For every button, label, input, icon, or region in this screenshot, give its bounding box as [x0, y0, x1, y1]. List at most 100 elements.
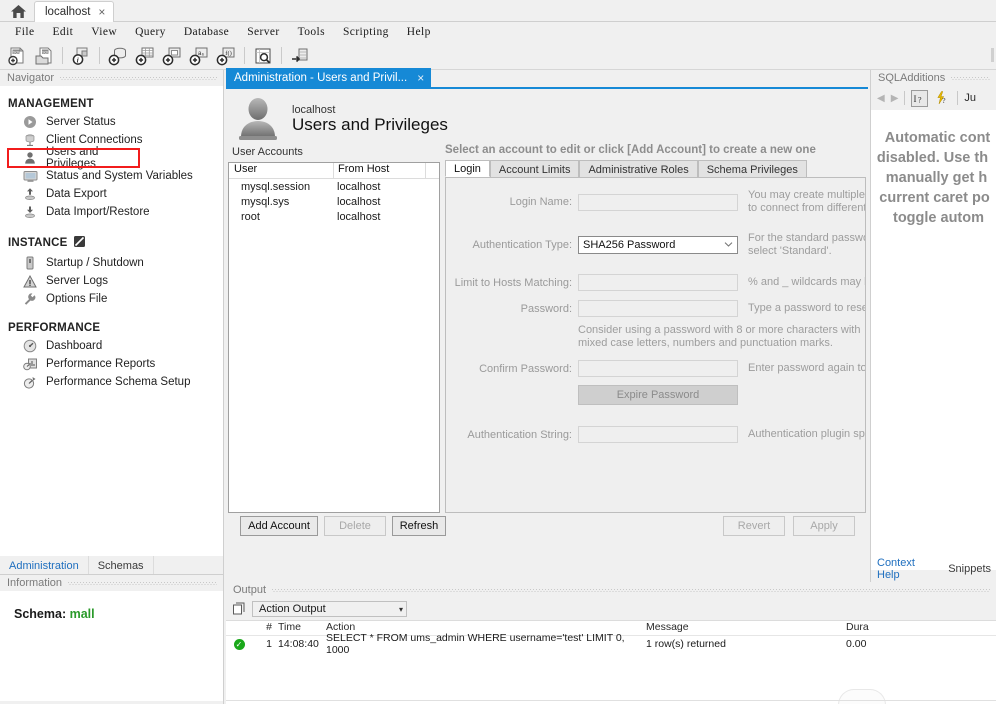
sqladditions-partial-label: Ju [964, 92, 977, 104]
output-type-select[interactable]: Action Output ▾ [252, 601, 407, 617]
tab-administration[interactable]: Administration [0, 556, 88, 574]
limit-hosts-field[interactable] [578, 274, 738, 291]
limit-hosts-hint: % and _ wildcards may be u [748, 276, 865, 288]
forward-arrow-icon[interactable]: ▶ [891, 93, 899, 104]
apply-button[interactable]: Apply [793, 516, 855, 536]
sqladditions-help-body: Automatic cont disabled. Use th manually… [871, 110, 996, 570]
sidebar-item-data-import-restore[interactable]: Data Import/Restore [0, 203, 223, 221]
chevron-down-icon[interactable] [724, 240, 733, 250]
tab-localhost[interactable]: localhost × [34, 1, 115, 22]
authentication-string-label: Authentication String: [467, 428, 572, 441]
login-tab-panel: Login Name: You may create multiple acco… [445, 177, 866, 513]
connection-info-button[interactable]: i [68, 44, 94, 68]
information-body: Schema: mall [0, 591, 223, 701]
close-icon[interactable]: × [417, 71, 424, 85]
create-table-button[interactable] [132, 44, 158, 68]
sidebar-item-status-and-system-variables[interactable]: Status and System Variables [0, 167, 223, 185]
column-header-from-host[interactable]: From Host [333, 163, 425, 178]
new-sql-tab-button[interactable]: SQL [4, 44, 30, 68]
column-header-message[interactable]: Message [646, 621, 846, 635]
create-schema-button[interactable] [105, 44, 131, 68]
sidebar-item-label: Client Connections [46, 134, 143, 146]
authentication-type-row: Authentication Type: SHA256 Password For… [446, 232, 865, 258]
create-view-button[interactable] [159, 44, 185, 68]
select-account-hint: Select an account to edit or click [Add … [445, 144, 816, 156]
home-button[interactable] [4, 2, 32, 21]
expire-password-button[interactable]: Expire Password [578, 385, 738, 405]
column-header-duration[interactable]: Dura [846, 621, 926, 635]
menu-scripting[interactable]: Scripting [334, 25, 398, 39]
menu-query[interactable]: Query [126, 25, 175, 39]
sidebar-item-options-file[interactable]: Options File [0, 290, 223, 308]
menu-tools[interactable]: Tools [289, 25, 334, 39]
column-header-user[interactable]: User [229, 163, 333, 178]
tab-schema-privileges[interactable]: Schema Privileges [697, 160, 807, 177]
caption-dot-fill [60, 75, 217, 81]
tab-snippets[interactable]: Snippets [942, 561, 996, 577]
login-name-row: Login Name: You may create multiple acco… [446, 189, 865, 215]
refresh-button[interactable]: Refresh [392, 516, 446, 536]
create-function-button[interactable]: f() [213, 44, 239, 68]
add-account-button[interactable]: Add Account [240, 516, 318, 536]
authentication-string-field[interactable] [578, 426, 738, 443]
search-data-button[interactable] [250, 44, 276, 68]
output-type-icon[interactable] [232, 602, 246, 616]
login-name-field[interactable] [578, 193, 738, 211]
sidebar-item-data-export[interactable]: Data Export [0, 185, 223, 203]
nav-group-management-label: MANAGEMENT [8, 98, 94, 110]
delete-button[interactable]: Delete [324, 516, 386, 536]
cell-time: 14:08:40 [278, 638, 319, 650]
table-row[interactable]: ✓ 1 14:08:40 SELECT * FROM ums_admin WHE… [226, 632, 996, 656]
menu-edit[interactable]: Edit [44, 25, 83, 39]
reconnect-server-button[interactable] [287, 44, 313, 68]
schema-value: mall [69, 607, 95, 621]
nav-group-instance: INSTANCE [0, 231, 223, 254]
sidebar-item-performance-schema-setup[interactable]: Performance Schema Setup [0, 373, 223, 391]
menu-file[interactable]: File [6, 25, 44, 39]
table-row[interactable]: root localhost [229, 209, 439, 224]
authentication-string-hint: Authentication plugin specifi [748, 428, 865, 440]
column-header-number[interactable]: # [252, 621, 278, 635]
user-accounts-label: User Accounts [232, 146, 303, 158]
tab-schemas[interactable]: Schemas [87, 556, 154, 574]
table-row[interactable]: mysql.sys localhost [229, 194, 439, 209]
context-help-icon[interactable]: I ? [911, 89, 929, 107]
menu-view[interactable]: View [82, 25, 126, 39]
create-procedure-button[interactable]: a b [186, 44, 212, 68]
close-icon[interactable]: × [98, 6, 105, 18]
sqladditions-panel: SQLAdditions ◀ ▶ I ? ? Ju Automatic cont… [870, 70, 996, 582]
tab-administrative-roles[interactable]: Administrative Roles [579, 160, 698, 177]
menu-help[interactable]: Help [398, 25, 440, 39]
sidebar-item-server-status[interactable]: Server Status [0, 113, 223, 131]
table-row[interactable]: mysql.session localhost [229, 179, 439, 194]
home-icon [10, 4, 27, 19]
menu-server[interactable]: Server [238, 25, 288, 39]
tab-account-limits[interactable]: Account Limits [489, 160, 580, 177]
open-sql-script-button[interactable]: SQL [31, 44, 57, 68]
toolbar-separator [244, 47, 245, 64]
password-field[interactable] [578, 300, 738, 317]
auto-context-help-icon[interactable]: ? [934, 90, 951, 107]
sidebar-item-performance-reports[interactable]: Performance Reports [0, 355, 223, 373]
sidebar-item-dashboard[interactable]: Dashboard [0, 337, 223, 355]
toolbar-overflow-icon[interactable] [984, 44, 994, 66]
cell-user: root [241, 210, 260, 223]
tab-context-help[interactable]: Context Help [871, 555, 942, 583]
user-accounts-list[interactable]: User From Host mysql.session localhost m… [228, 162, 440, 513]
navigator-panel: Navigator MANAGEMENT Server Status Clien… [0, 70, 224, 558]
back-arrow-icon[interactable]: ◀ [877, 93, 885, 104]
column-header-time[interactable]: Time [278, 621, 326, 635]
tab-localhost-label: localhost [45, 6, 91, 18]
revert-button[interactable]: Revert [723, 516, 785, 536]
sidebar-item-startup-shutdown[interactable]: Startup / Shutdown [0, 254, 223, 272]
menu-database[interactable]: Database [175, 25, 238, 39]
scroll-indicator[interactable] [838, 689, 886, 704]
chevron-down-icon[interactable]: ▾ [399, 605, 403, 614]
authentication-type-select[interactable]: SHA256 Password [578, 236, 738, 254]
menu-bar: File Edit View Query Database Server Too… [0, 22, 996, 42]
tab-login[interactable]: Login [445, 160, 490, 177]
sidebar-item-server-logs[interactable]: Server Logs [0, 272, 223, 290]
tab-administration-users-privileges[interactable]: Administration - Users and Privil... × [226, 68, 432, 87]
sidebar-item-users-and-privileges[interactable]: Users and Privileges [7, 146, 140, 170]
confirm-password-field[interactable] [578, 360, 738, 377]
